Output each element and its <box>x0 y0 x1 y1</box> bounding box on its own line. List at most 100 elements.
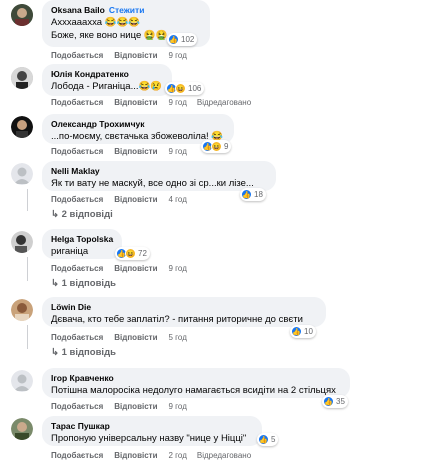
comment-text: Пропоную універсальну назву "нице у Ніцц… <box>51 433 247 444</box>
avatar[interactable] <box>11 163 33 185</box>
like-button[interactable]: Подобається <box>51 98 103 107</box>
reply-arrow-icon: ↳ <box>51 278 59 289</box>
avatar[interactable] <box>11 231 33 253</box>
avatar[interactable] <box>11 299 33 321</box>
avatar[interactable] <box>11 116 33 138</box>
comment-actions: Подобається Відповісти 9 год <box>51 264 197 273</box>
reaction-summary[interactable]: 👍 18 <box>240 188 266 201</box>
reply-arrow-icon: ↳ <box>51 347 59 358</box>
comment-author[interactable]: Helga Topolska <box>51 234 113 245</box>
reply-button[interactable]: Відповісти <box>114 264 157 273</box>
reply-button[interactable]: Відповісти <box>114 195 157 204</box>
comment-time[interactable]: 9 год <box>169 402 187 411</box>
replies-count: 1 відповідь <box>61 278 116 289</box>
reaction-summary[interactable]: 👍 😆 72 <box>115 247 150 260</box>
comment-author[interactable]: Юлія Кондратенко <box>51 69 163 80</box>
edited-label: Відредаговано <box>196 451 252 460</box>
follow-link[interactable]: Стежити <box>109 5 145 15</box>
reaction-summary[interactable]: 👍 5 <box>257 433 279 446</box>
like-reaction-icon: 👍 <box>291 326 302 337</box>
laugh-reaction-icon: 😆 <box>125 248 136 259</box>
like-button[interactable]: Подобається <box>51 51 103 60</box>
reaction-summary[interactable]: 👍 102 <box>167 33 198 46</box>
comment-text: Потішна малоросіка недолугo намагається … <box>51 385 336 396</box>
reply-button[interactable]: Відповісти <box>114 51 157 60</box>
view-replies-link[interactable]: ↳ 1 відповідь <box>51 278 116 289</box>
comment-bubble: Löwin Die Дєвача, кто тебе заплатіл? - п… <box>42 297 326 327</box>
comment-author[interactable]: Олександр Трохимчук <box>51 119 225 130</box>
comment-bubble: Ігор Кравченко Потішна малоросіка недолу… <box>42 368 350 398</box>
reaction-summary[interactable]: 👍 35 <box>322 395 348 408</box>
comment-author[interactable]: Löwin Die <box>51 302 317 313</box>
reply-button[interactable]: Відповісти <box>114 402 157 411</box>
reaction-summary[interactable]: 👍 10 <box>290 325 316 338</box>
comment-time[interactable]: 9 год <box>169 147 187 156</box>
reaction-count: 72 <box>138 249 147 258</box>
reaction-count: 10 <box>304 327 313 336</box>
comment-actions: Подобається Відповісти 4 год <box>51 195 197 204</box>
reaction-count: 106 <box>188 84 202 93</box>
comment-bubble: Nelli Maklay Як ти вату не маскуй, все о… <box>42 161 276 191</box>
comment-text: риганіца <box>51 246 89 257</box>
comment-text: Як ти вату не маскуй, все одно зі ср...к… <box>51 178 254 189</box>
comment-time[interactable]: 4 год <box>169 195 187 204</box>
like-button[interactable]: Подобається <box>51 264 103 273</box>
comment-time[interactable]: 9 год <box>169 51 187 60</box>
comment-time[interactable]: 5 год <box>169 333 187 342</box>
comment-bubble: Тарас Пушкар Пропоную універсальну назву… <box>42 416 262 446</box>
like-reaction-icon: 👍 <box>323 396 334 407</box>
reply-arrow-icon: ↳ <box>51 209 59 220</box>
comment-actions: Подобається Відповісти 9 год <box>51 51 197 60</box>
comment-actions: Подобається Відповісти 9 год <box>51 147 197 156</box>
like-button[interactable]: Подобається <box>51 195 103 204</box>
reaction-summary[interactable]: 👍 😆 106 <box>165 82 205 95</box>
comment-actions: Подобається Відповісти 5 год <box>51 333 197 342</box>
view-replies-link[interactable]: ↳ 2 відповіді <box>51 209 113 220</box>
comment-bubble: Юлія Кондратенко Лобода - Риганіца...😂😢 <box>42 64 172 96</box>
like-reaction-icon: 👍 <box>168 34 179 45</box>
comment-author[interactable]: Ігор Кравченко <box>51 373 341 384</box>
laugh-reaction-icon: 😆 <box>211 141 222 152</box>
like-reaction-icon: 👍 <box>241 189 252 200</box>
avatar[interactable] <box>11 4 33 26</box>
reply-thread-line <box>27 325 28 349</box>
reply-button[interactable]: Відповісти <box>114 451 157 460</box>
replies-count: 2 відповіді <box>61 209 113 220</box>
like-reaction-icon: 👍 <box>258 434 269 445</box>
reaction-count: 5 <box>271 435 276 444</box>
reply-button[interactable]: Відповісти <box>114 147 157 156</box>
comment-author[interactable]: Nelli Maklay <box>51 166 267 177</box>
laugh-reaction-icon: 😆 <box>175 83 186 94</box>
like-button[interactable]: Подобається <box>51 402 103 411</box>
avatar[interactable] <box>11 67 33 89</box>
comment-actions: Подобається Відповісти 2 год Відредаговано <box>51 451 261 460</box>
avatar[interactable] <box>11 370 33 392</box>
reply-thread-line <box>27 189 28 211</box>
replies-count: 1 відповідь <box>61 347 116 358</box>
edited-label: Відредаговано <box>196 98 252 107</box>
reply-thread-line <box>27 257 28 281</box>
comment-actions: Подобається Відповісти 9 год Відредаговано <box>51 98 261 107</box>
reaction-count: 35 <box>336 397 345 406</box>
like-button[interactable]: Подобається <box>51 451 103 460</box>
comment-text: Лобода - Риганіца...😂😢 <box>51 81 163 92</box>
comment-time[interactable]: 9 год <box>169 98 187 107</box>
reaction-count: 18 <box>254 190 263 199</box>
comment-bubble: Helga Topolska риганіца <box>42 229 122 259</box>
reaction-count: 102 <box>181 35 195 44</box>
comment-author[interactable]: Тарас Пушкар <box>51 421 253 432</box>
comment-text: ...по-моєму, свєтачька збожеволіла! 😂 <box>51 131 224 142</box>
like-button[interactable]: Подобається <box>51 333 103 342</box>
like-button[interactable]: Подобається <box>51 147 103 156</box>
reply-button[interactable]: Відповісти <box>114 333 157 342</box>
reaction-count: 9 <box>224 142 229 151</box>
reaction-summary[interactable]: 👍 😆 9 <box>201 140 232 153</box>
comment-time[interactable]: 2 год <box>169 451 187 460</box>
avatar[interactable] <box>11 418 33 440</box>
comment-author[interactable]: Oksana Bailo <box>51 5 105 15</box>
view-replies-link[interactable]: ↳ 1 відповідь <box>51 347 116 358</box>
reply-button[interactable]: Відповісти <box>114 98 157 107</box>
comment-text: Дєвача, кто тебе заплатіл? - питання рит… <box>51 314 303 325</box>
comment-time[interactable]: 9 год <box>169 264 187 273</box>
comment-text: Ахххааахха 😂😂😂 <box>51 17 141 28</box>
